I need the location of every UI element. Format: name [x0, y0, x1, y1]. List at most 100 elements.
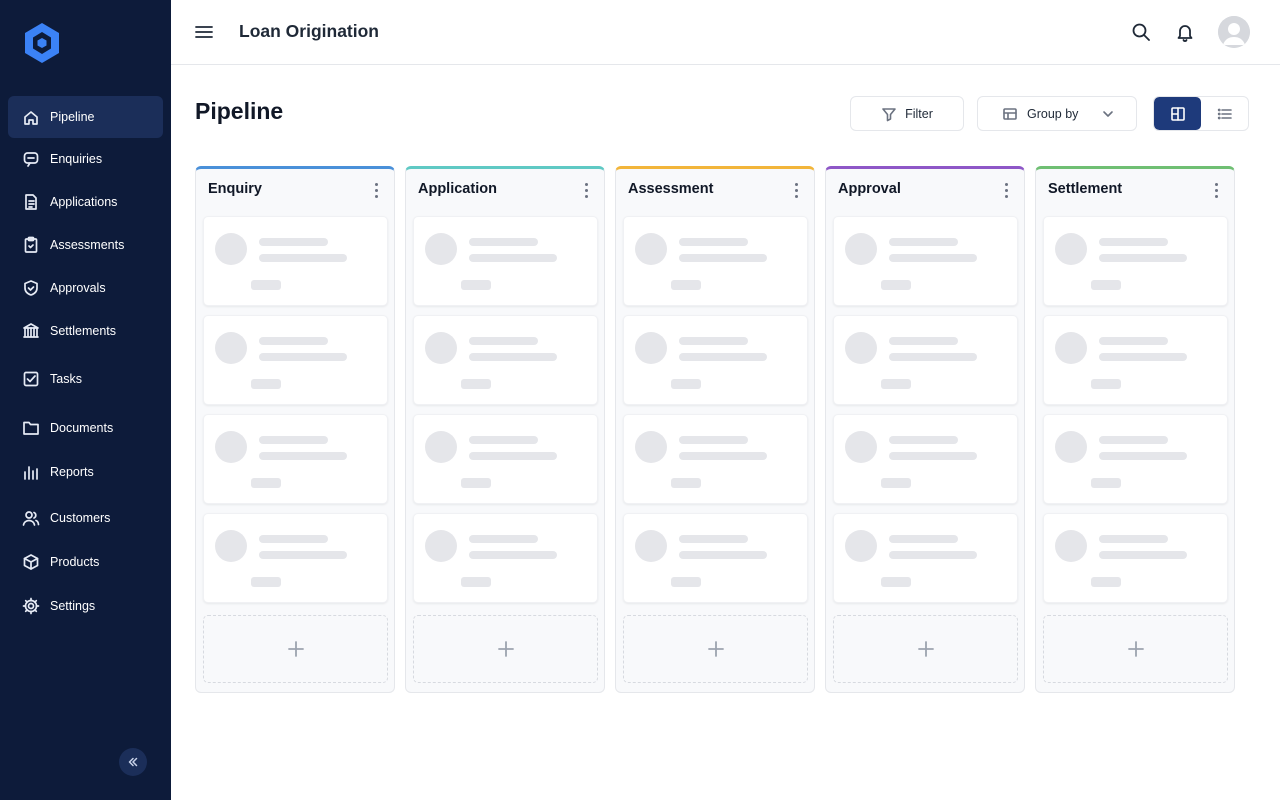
- sidebar-item-label: Approvals: [50, 281, 106, 295]
- sidebar-item-label: Documents: [50, 421, 114, 435]
- sidebar-item-settlements[interactable]: Settlements: [8, 310, 163, 352]
- sidebar-item-tasks[interactable]: Tasks: [8, 358, 163, 400]
- skeleton-line: [469, 353, 557, 361]
- placeholder-card[interactable]: [413, 513, 598, 603]
- sidebar-item-applications[interactable]: Applications: [8, 181, 163, 223]
- skeleton-avatar: [635, 233, 667, 265]
- add-card-button[interactable]: [1043, 615, 1228, 683]
- sidebar-item-customers[interactable]: Customers: [8, 497, 163, 539]
- menu-button[interactable]: [193, 21, 215, 43]
- placeholder-card[interactable]: [413, 414, 598, 504]
- skeleton-avatar: [845, 431, 877, 463]
- placeholder-card[interactable]: [623, 216, 808, 306]
- skeleton-avatar: [845, 233, 877, 265]
- placeholder-card[interactable]: [623, 414, 808, 504]
- skeleton-line: [469, 452, 557, 460]
- add-card-button[interactable]: [413, 615, 598, 683]
- skeleton-line: [259, 238, 328, 246]
- placeholder-card[interactable]: [833, 216, 1018, 306]
- skeleton-line: [1099, 353, 1187, 361]
- placeholder-card[interactable]: [833, 513, 1018, 603]
- sidebar-item-documents[interactable]: Documents: [8, 407, 163, 449]
- skeleton-line: [889, 254, 977, 262]
- plus-icon: [707, 641, 724, 657]
- notifications-button[interactable]: [1175, 22, 1197, 44]
- skeleton-badge: [671, 280, 701, 290]
- skeleton-avatar: [425, 530, 457, 562]
- sidebar-item-pipeline[interactable]: Pipeline: [8, 96, 163, 138]
- placeholder-card[interactable]: [1043, 513, 1228, 603]
- placeholder-card[interactable]: [413, 216, 598, 306]
- skeleton-line: [889, 452, 977, 460]
- sidebar-item-settings[interactable]: Settings: [8, 585, 163, 627]
- clipboard-icon: [22, 236, 40, 254]
- add-card-button[interactable]: [833, 615, 1018, 683]
- column-more-icon[interactable]: [582, 181, 590, 199]
- placeholder-card[interactable]: [203, 513, 388, 603]
- column-more-icon[interactable]: [792, 181, 800, 199]
- sidebar-item-assessments[interactable]: Assessments: [8, 224, 163, 266]
- skeleton-badge: [671, 379, 701, 389]
- skeleton-line: [469, 254, 557, 262]
- skeleton-line: [1099, 238, 1168, 246]
- collapse-sidebar-button[interactable]: [119, 748, 147, 776]
- placeholder-card[interactable]: [833, 315, 1018, 405]
- user-avatar[interactable]: [1218, 16, 1250, 48]
- skeleton-line: [679, 238, 748, 246]
- skeleton-line: [469, 337, 538, 345]
- skeleton-line: [679, 254, 767, 262]
- skeleton-badge: [461, 577, 491, 587]
- placeholder-card[interactable]: [1043, 414, 1228, 504]
- list-view-button[interactable]: [1201, 97, 1248, 130]
- chevrons-left-icon: [128, 757, 138, 767]
- home-icon: [22, 108, 40, 126]
- skeleton-line: [889, 436, 958, 444]
- skeleton-avatar: [425, 431, 457, 463]
- placeholder-card[interactable]: [1043, 315, 1228, 405]
- search-button[interactable]: [1131, 22, 1153, 44]
- skeleton-avatar: [425, 332, 457, 364]
- page-title: Pipeline: [195, 98, 284, 124]
- placeholder-card[interactable]: [203, 216, 388, 306]
- placeholder-card[interactable]: [203, 414, 388, 504]
- add-card-button[interactable]: [203, 615, 388, 683]
- placeholder-card[interactable]: [623, 315, 808, 405]
- skeleton-line: [889, 535, 958, 543]
- skeleton-line: [469, 535, 538, 543]
- placeholder-card[interactable]: [413, 315, 598, 405]
- column-title: Settlement: [1048, 181, 1123, 197]
- column-title: Assessment: [628, 181, 714, 197]
- sidebar-item-enquiries[interactable]: Enquiries: [8, 138, 163, 180]
- table-icon: [1003, 107, 1017, 120]
- skeleton-avatar: [215, 530, 247, 562]
- chat-icon: [22, 150, 40, 168]
- placeholder-card[interactable]: [1043, 216, 1228, 306]
- filter-icon: [882, 107, 896, 121]
- folder-icon: [22, 419, 40, 437]
- group-by-dropdown[interactable]: Group by: [977, 96, 1137, 131]
- placeholder-card[interactable]: [203, 315, 388, 405]
- app-logo[interactable]: [22, 21, 62, 65]
- skeleton-avatar: [1055, 233, 1087, 265]
- users-icon: [22, 509, 40, 527]
- board-view-button[interactable]: [1154, 97, 1201, 130]
- sidebar-item-label: Applications: [50, 195, 118, 209]
- column-more-icon[interactable]: [1212, 181, 1220, 199]
- placeholder-card[interactable]: [623, 513, 808, 603]
- plus-icon: [287, 641, 304, 657]
- add-card-button[interactable]: [623, 615, 808, 683]
- skeleton-line: [1099, 452, 1187, 460]
- column-more-icon[interactable]: [372, 181, 380, 199]
- filter-button[interactable]: Filter: [850, 96, 964, 131]
- sidebar-item-products[interactable]: Products: [8, 541, 163, 583]
- sidebar-item-approvals[interactable]: Approvals: [8, 267, 163, 309]
- column-more-icon[interactable]: [1002, 181, 1010, 199]
- column-title: Enquiry: [208, 181, 262, 197]
- sidebar-item-reports[interactable]: Reports: [8, 451, 163, 493]
- skeleton-avatar: [215, 332, 247, 364]
- skeleton-badge: [671, 478, 701, 488]
- plus-icon: [1127, 641, 1144, 657]
- skeleton-line: [1099, 254, 1187, 262]
- placeholder-card[interactable]: [833, 414, 1018, 504]
- skeleton-line: [679, 535, 748, 543]
